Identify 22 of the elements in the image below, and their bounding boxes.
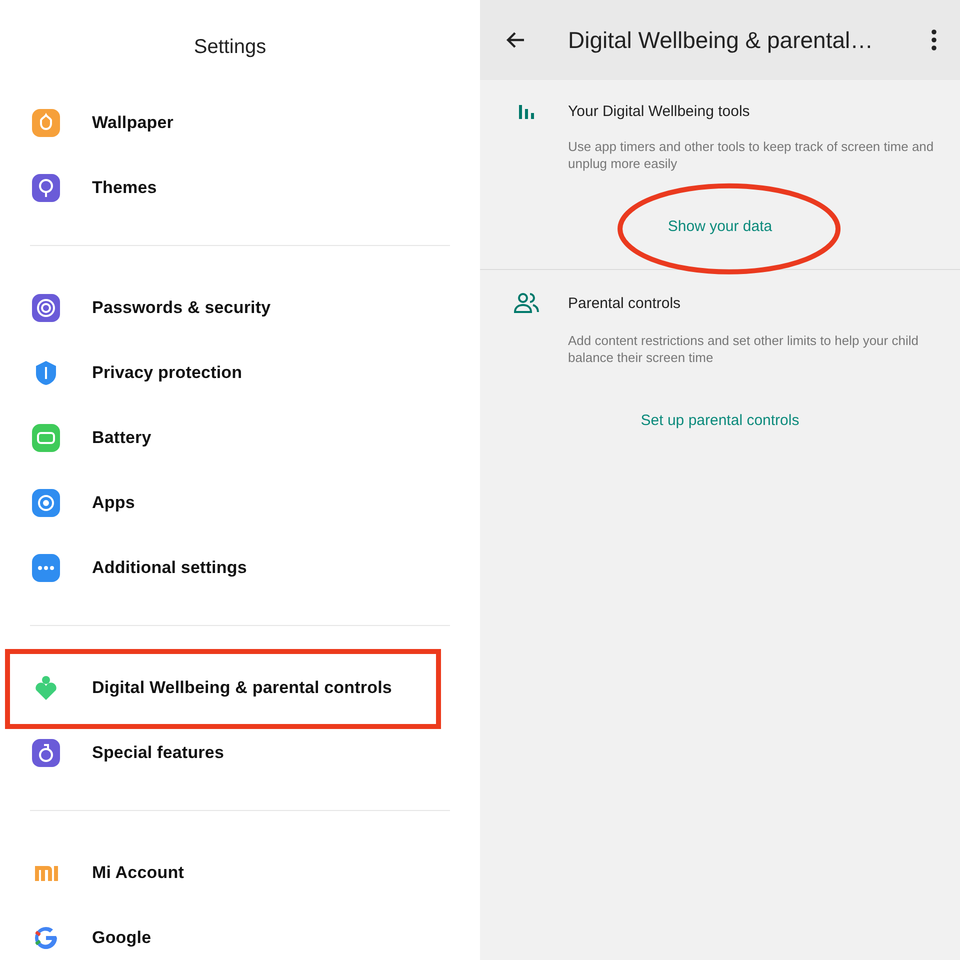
screen-title: Settings bbox=[192, 34, 268, 60]
section-title: Parental controls bbox=[568, 294, 681, 312]
section-title: Your Digital Wellbeing tools bbox=[568, 102, 750, 120]
bar-chart-icon bbox=[518, 102, 536, 120]
screen-title: Digital Wellbeing & parental… bbox=[568, 26, 874, 54]
people-icon bbox=[514, 292, 540, 314]
settings-item[interactable]: Google bbox=[0, 905, 460, 960]
settings-item[interactable]: Battery bbox=[0, 405, 460, 470]
more-options-icon[interactable] bbox=[930, 29, 938, 51]
settings-item[interactable]: Additional settings bbox=[0, 535, 460, 600]
settings-item[interactable]: Wallpaper bbox=[0, 90, 460, 155]
settings-item[interactable]: Themes bbox=[0, 155, 460, 220]
settings-item[interactable]: Privacy protection bbox=[0, 340, 460, 405]
settings-item[interactable]: Digital Wellbeing & parental controls bbox=[0, 655, 460, 720]
section-description: Use app timers and other tools to keep track of screen time and unplug more easily bbox=[568, 138, 935, 172]
settings-item[interactable]: Mi Account bbox=[0, 840, 460, 905]
settings-item[interactable]: Special features bbox=[0, 720, 460, 785]
settings-item[interactable]: Apps bbox=[0, 470, 460, 535]
settings-item[interactable]: Passwords & security bbox=[0, 275, 460, 340]
text-link-button[interactable]: Show your data bbox=[660, 214, 780, 239]
text-link-button[interactable]: Set up parental controls bbox=[632, 408, 808, 433]
section-description: Add content restrictions and set other limits to help your child balance their screen time bbox=[568, 332, 920, 366]
